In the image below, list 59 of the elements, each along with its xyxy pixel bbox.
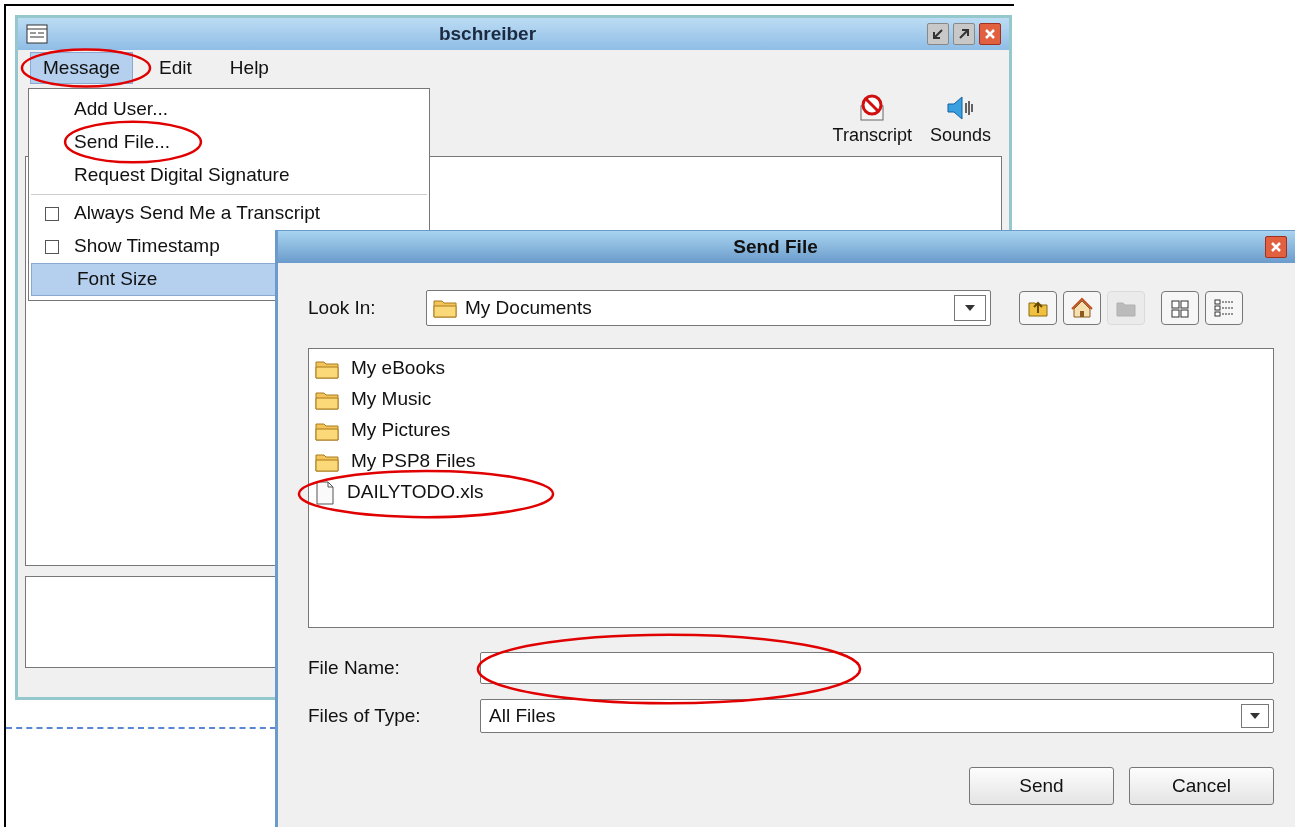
restore-icon	[931, 27, 945, 41]
menu-item[interactable]: Add User...	[29, 93, 429, 126]
sounds-button[interactable]: Sounds	[929, 93, 991, 149]
speaker-icon	[945, 93, 976, 122]
dropdown-button[interactable]	[1241, 704, 1269, 728]
cancel-button[interactable]: Cancel	[1129, 767, 1274, 805]
dialog-title: Send File	[732, 234, 819, 259]
menu-item-label: Show Timestamp	[74, 234, 220, 259]
send-button[interactable]: Send	[969, 767, 1114, 805]
file-type-value: All Files	[489, 703, 557, 728]
look-in-dropdown[interactable]: My Documents	[426, 290, 991, 326]
menu-item[interactable]: Request Digital Signature	[29, 159, 429, 192]
file-list-item[interactable]: My eBooks	[315, 353, 453, 384]
close-button[interactable]	[1265, 236, 1287, 258]
maximize-icon	[957, 27, 971, 41]
home-icon	[1070, 296, 1094, 320]
checkbox[interactable]	[44, 239, 59, 254]
close-icon	[1269, 240, 1283, 254]
menu-title[interactable]: Edit	[147, 52, 204, 84]
file-list-item[interactable]: My PSP8 Files	[315, 446, 484, 477]
details-view-button[interactable]	[1205, 291, 1243, 325]
file-type-dropdown[interactable]: All Files	[480, 699, 1274, 733]
folder-icon	[315, 389, 339, 410]
home-button[interactable]	[1063, 291, 1101, 325]
menu-item-label: Font Size	[77, 267, 158, 292]
file-type-label: Files of Type:	[308, 703, 422, 728]
folder-icon	[315, 420, 339, 441]
caret-icon	[1249, 712, 1261, 720]
file-name-field[interactable]	[480, 652, 1274, 684]
dropdown-button[interactable]	[954, 295, 986, 321]
window-menu-icon	[26, 24, 48, 44]
menu-item[interactable]: Send File...	[29, 126, 429, 159]
look-in-label: Look In:	[308, 295, 377, 320]
file-list-item[interactable]: My Pictures	[315, 415, 459, 446]
minimize-button[interactable]	[927, 23, 949, 45]
document-icon	[315, 480, 335, 505]
folder-icon	[315, 451, 339, 472]
menu-item-label: Request Digital Signature	[74, 163, 290, 188]
file-name-label: File Name:	[308, 655, 401, 680]
menu-item-label: Add User...	[74, 97, 168, 122]
menu-item[interactable]: Always Send Me a Transcript	[29, 197, 429, 230]
list-view-button[interactable]	[1161, 291, 1199, 325]
close-button[interactable]	[979, 23, 1001, 45]
menu-item-label: Always Send Me a Transcript	[74, 201, 321, 226]
window-title: bschreiber	[437, 21, 538, 46]
maximize-button[interactable]	[953, 23, 975, 45]
folder-icon	[433, 298, 457, 318]
up-folder-button[interactable]	[1019, 291, 1057, 325]
file-list-item[interactable]: My Music	[315, 384, 440, 415]
close-icon	[983, 27, 997, 41]
transcript-button[interactable]: Transcript	[832, 93, 912, 149]
checkbox[interactable]	[44, 206, 59, 221]
menu-title[interactable]: Help	[217, 52, 281, 84]
menu-item-label: Send File...	[74, 130, 171, 155]
menu-title[interactable]: Message	[30, 52, 134, 84]
folder-icon	[315, 358, 339, 379]
look-in-value: My Documents	[465, 295, 593, 320]
details-view-icon	[1212, 296, 1236, 320]
caret-icon	[964, 304, 976, 312]
